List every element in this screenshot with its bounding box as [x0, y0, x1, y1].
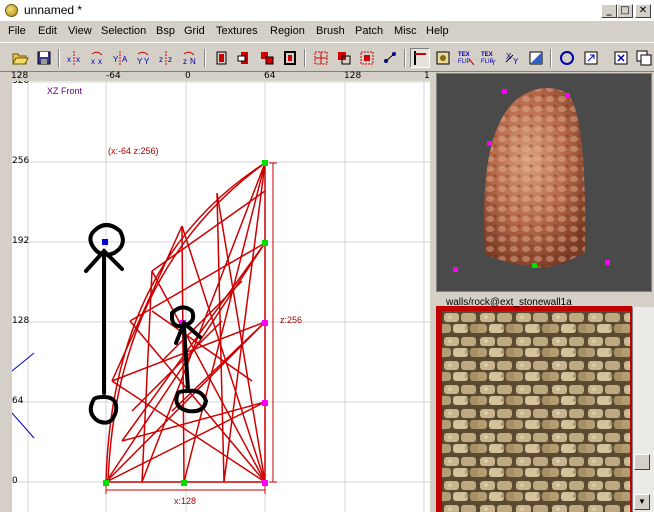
texture-window-icon[interactable]	[526, 48, 546, 68]
ruler-left	[0, 81, 12, 512]
xz-grid-canvas	[12, 81, 430, 512]
ruler-tick: 320	[12, 81, 30, 86]
select-partial-tall-icon[interactable]	[357, 48, 377, 68]
ruler-tick: 0	[185, 71, 191, 81]
menu-bsp[interactable]: Bsp	[156, 25, 175, 37]
title-bar[interactable]: unnamed * _ □ ✕	[0, 0, 654, 22]
svg-text:N: N	[190, 57, 196, 66]
maximize-button[interactable]: □	[617, 4, 633, 18]
merge-view-icon[interactable]	[634, 48, 654, 68]
menu-file[interactable]: File	[8, 25, 26, 37]
menu-bar: File Edit View Selection Bsp Grid Textur…	[0, 22, 654, 42]
camera-render	[453, 88, 610, 272]
rotate-y-icon[interactable]: YY	[133, 48, 153, 68]
svg-text:z: z	[159, 55, 163, 64]
scroll-down-arrow-icon[interactable]: ▼	[634, 494, 650, 510]
window-title: unnamed *	[24, 3, 83, 17]
texture-flip-left-icon[interactable]: TEX FLIP	[456, 48, 476, 68]
flip-z-icon[interactable]: zz	[156, 48, 176, 68]
svg-text:z: z	[183, 57, 187, 66]
svg-text:x: x	[67, 55, 71, 64]
menu-misc[interactable]: Misc	[394, 25, 417, 37]
scrollbar-thumb[interactable]	[634, 454, 650, 470]
flip-x-icon[interactable]: xx	[64, 48, 84, 68]
svg-text:Y: Y	[513, 57, 519, 66]
menu-selection[interactable]: Selection	[101, 25, 146, 37]
texture-flip-right-icon[interactable]: TEX FLIP Y	[479, 48, 499, 68]
texture-name-label: walls/rock@ext_stonewall1a	[446, 297, 572, 308]
toolbar-separator	[204, 49, 206, 67]
app-icon	[5, 4, 18, 17]
flip-y-icon[interactable]: YA	[110, 48, 130, 68]
csg-make-room-icon[interactable]	[280, 48, 300, 68]
svg-text:Y: Y	[113, 55, 119, 64]
svg-text:Y: Y	[491, 60, 496, 67]
svg-text:Y: Y	[137, 57, 143, 66]
stonewall-texture	[442, 311, 630, 512]
select-inside-icon[interactable]	[380, 48, 400, 68]
minimize-button[interactable]: _	[601, 4, 617, 18]
ruler-tick: 256	[12, 156, 30, 166]
menu-patch[interactable]: Patch	[355, 25, 383, 37]
select-touching-icon[interactable]	[334, 48, 354, 68]
svg-text:z: z	[168, 55, 172, 64]
menu-view[interactable]: View	[68, 25, 92, 37]
menu-edit[interactable]: Edit	[38, 25, 57, 37]
viewport-name: XZ Front	[47, 86, 83, 96]
camera-viewport[interactable]	[436, 73, 652, 292]
camera-view-icon[interactable]	[433, 48, 453, 68]
close-button[interactable]: ✕	[635, 4, 651, 18]
rotate-z-icon[interactable]: zN	[179, 48, 199, 68]
select-complete-tall-icon[interactable]	[311, 48, 331, 68]
menu-grid[interactable]: Grid	[184, 25, 205, 37]
ruler-tick: 128	[12, 316, 30, 326]
texture-thumbnail[interactable]	[442, 311, 630, 512]
toolbar-separator	[404, 49, 406, 67]
svg-text:x: x	[91, 57, 95, 66]
menu-help[interactable]: Help	[426, 25, 449, 37]
toolbar-separator	[58, 49, 60, 67]
size-label-bottom: x:128	[174, 496, 197, 506]
ruler-top: 128 -64 0 64 128 1	[0, 71, 430, 81]
svg-text:TEX: TEX	[481, 52, 493, 58]
toolbar-separator	[304, 49, 306, 67]
ruler-tick: 128	[11, 71, 29, 81]
texture-xy-icon[interactable]: XY	[503, 48, 523, 68]
csg-subtract-icon[interactable]	[234, 48, 254, 68]
svg-text:FLIP: FLIP	[458, 59, 471, 65]
svg-text:A: A	[122, 55, 128, 64]
svg-text:TEX: TEX	[458, 52, 470, 58]
ruler-tick: 0	[12, 476, 18, 486]
patch-insert-icon[interactable]	[581, 48, 601, 68]
svg-text:x: x	[76, 55, 80, 64]
ruler-tick: -64	[106, 71, 121, 81]
xz-front-viewport[interactable]: XZ Front (x:-64 z:256) z:256 x:128 320 2…	[12, 81, 430, 512]
rotate-x-icon[interactable]: xx	[87, 48, 107, 68]
csg-merge-icon[interactable]	[257, 48, 277, 68]
ruler-tick: 1	[424, 71, 430, 81]
clipper-icon[interactable]	[410, 48, 430, 68]
save-disk-icon[interactable]	[34, 48, 54, 68]
svg-text:x: x	[98, 57, 102, 66]
texture-scrollbar[interactable]	[632, 307, 654, 512]
ruler-tick: 128	[344, 71, 362, 81]
ruler-tick: 192	[12, 236, 30, 246]
ruler-tick: 64	[264, 71, 276, 81]
menu-region[interactable]: Region	[270, 25, 305, 37]
patch-bend-icon[interactable]	[557, 48, 577, 68]
toolbar: xx xx YA YY zz zN TEX FLIP TEX FLIP Y X …	[0, 42, 654, 72]
open-folder-icon[interactable]	[10, 48, 30, 68]
cancel-x-icon[interactable]	[611, 48, 631, 68]
size-label-top: (x:-64 z:256)	[108, 146, 159, 156]
size-label-right: z:256	[280, 315, 303, 325]
ruler-tick: 64	[12, 396, 24, 406]
svg-text:Y: Y	[144, 57, 150, 66]
csg-hollow-icon[interactable]	[211, 48, 231, 68]
menu-brush[interactable]: Brush	[316, 25, 345, 37]
toolbar-separator	[550, 49, 552, 67]
menu-textures[interactable]: Textures	[216, 25, 258, 37]
